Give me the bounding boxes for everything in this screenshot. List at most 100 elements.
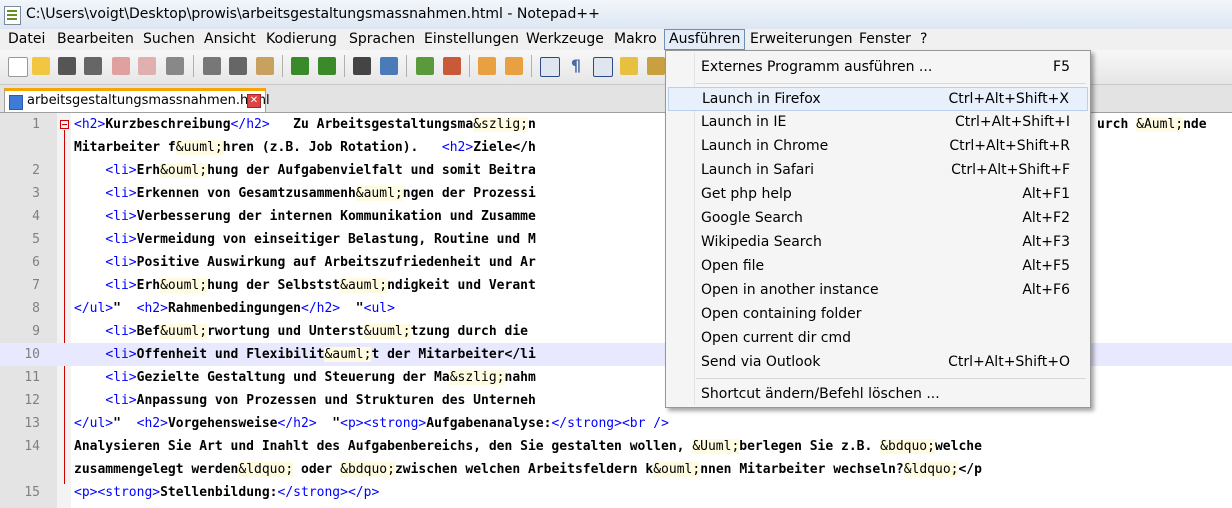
run-menu-item[interactable]: Open in another instance Alt+F6 [668,279,1088,303]
menu-ausfuehren[interactable]: Ausführen [664,29,746,50]
code-line[interactable]: 15 <p><strong>Stellenbildung:</strong></p… [0,481,1232,504]
run-menu-item[interactable]: Open containing folder [668,303,1088,327]
run-menu-item-label: Open current dir cmd [701,330,852,346]
menu-sprachen[interactable]: Sprachen [345,29,419,50]
run-menu-item[interactable]: Launch in Firefox Ctrl+Alt+Shift+X [668,87,1088,111]
line-text: <li>Verbesserung der internen Kommunikat… [105,209,536,224]
run-menu-item-shortcut: F5 [1053,59,1070,75]
line-text: </ul>" <h2>Rahmenbedingungen</h2> "<ul> [74,301,395,316]
run-menu-item-label: Open containing folder [701,306,862,322]
toolbar-separator [406,55,407,77]
menu-erweiterungen[interactable]: Erweiterungen [746,29,857,50]
line-number: 2 [32,163,40,178]
word-wrap-icon[interactable] [540,57,560,77]
line-number: 9 [32,324,40,339]
run-menu-item-label: Get php help [701,186,792,202]
menu-makro[interactable]: Makro [610,29,661,50]
line-number: 14 [24,439,40,454]
line-text: <li>Bef&uuml;rwortung und Unterst&uuml;t… [105,324,528,339]
line-text-tail: urch &Auml;nde [1097,117,1207,132]
line-text: <p><strong>Stellenbildung:</strong></p> [74,485,380,500]
run-menu-item[interactable]: Launch in Chrome Ctrl+Alt+Shift+R [668,135,1088,159]
cut-icon[interactable] [203,57,221,75]
save-all-icon[interactable] [84,57,102,75]
run-menu-item-label: Launch in IE [701,114,787,130]
line-text: </ul>" <h2>Vorgehensweise</h2> "<p><stro… [74,416,669,431]
run-menu-item-shortcut: Ctrl+Alt+Shift+X [948,91,1069,107]
code-line[interactable]: 14 Analysieren Sie Art und Inahlt des Auf… [0,435,1232,458]
notepad-icon [4,6,21,25]
code-line[interactable]: zusammengelegt werden&ldquo; oder &bdquo… [0,458,1232,481]
run-menu-item-label: Open file [701,258,765,274]
menu-suchen[interactable]: Suchen [139,29,199,50]
run-menu-item[interactable]: Wikipedia Search Alt+F3 [668,231,1088,255]
replace-icon[interactable] [380,57,398,75]
run-menu-item[interactable]: Launch in Safari Ctrl+Alt+Shift+F [668,159,1088,183]
run-menu-item-label: Launch in Chrome [701,138,829,154]
document-icon [9,95,23,110]
code-line[interactable]: 13 </ul>" <h2>Vorgehensweise</h2> "<p><st… [0,412,1232,435]
run-menu-item-label: Wikipedia Search [701,234,822,250]
line-text: <li>Erh&ouml;hung der Aufgabenvielfalt u… [105,163,536,178]
toolbar-separator [282,55,283,77]
line-number: 5 [32,232,40,247]
menu-separator [696,83,1086,84]
function-list-icon[interactable] [647,57,665,75]
run-menu-item-shortcut: Ctrl+Alt+Shift+I [954,114,1070,130]
menu-bearbeiten[interactable]: Bearbeiten [53,29,138,50]
line-number: 7 [32,278,40,293]
line-number: 11 [24,370,40,385]
line-number: 13 [24,416,40,431]
run-menu-item-label: Shortcut ändern/Befehl löschen ... [701,386,940,402]
print-icon[interactable] [166,57,184,75]
menu-fenster[interactable]: Fenster [855,29,915,50]
run-menu-item[interactable]: Get php help Alt+F1 [668,183,1088,207]
copy-icon[interactable] [229,57,247,75]
save-icon[interactable] [58,57,76,75]
all-chars-icon[interactable]: ¶ [567,57,585,75]
zoom-out-icon[interactable] [443,57,461,75]
menu-einstellungen[interactable]: Einstellungen [420,29,523,50]
line-text: <li>Positive Auswirkung auf Arbeitszufri… [105,255,536,270]
line-number: 10 [24,347,40,362]
tab-document[interactable]: arbeitsgestaltungsmassnahmen.html ✕ [4,88,270,112]
toolbar-separator [469,55,470,77]
run-menu-item[interactable]: Open file Alt+F5 [668,255,1088,279]
run-menu-item[interactable]: Launch in IE Ctrl+Alt+Shift+I [668,111,1088,135]
sync-v-icon[interactable] [478,57,496,75]
run-menu-item-shortcut: Alt+F2 [1022,210,1070,226]
run-menu-item[interactable]: Open current dir cmd [668,327,1088,351]
run-menu-item-shortcut: Ctrl+Alt+Shift+R [949,138,1070,154]
tab-close-icon[interactable]: ✕ [247,94,261,108]
line-number: 15 [24,485,40,500]
line-text: Analysieren Sie Art und Inahlt des Aufga… [74,439,982,454]
menu-help[interactable]: ? [916,29,931,50]
line-text: <li>Erh&ouml;hung der Selbstst&auml;ndig… [105,278,536,293]
line-text: <h2>Kurzbeschreibung</h2> Zu Arbeitsgest… [74,117,536,132]
zoom-in-icon[interactable] [416,57,434,75]
undo-icon[interactable] [291,57,309,75]
paste-icon[interactable] [256,57,274,75]
line-number: 3 [32,186,40,201]
open-file-icon[interactable] [32,57,50,75]
find-icon[interactable] [353,57,371,75]
run-menu-item[interactable]: Google Search Alt+F2 [668,207,1088,231]
line-number: 6 [32,255,40,270]
sync-h-icon[interactable] [505,57,523,75]
run-menu-item[interactable]: Shortcut ändern/Befehl löschen ... [668,383,1088,407]
menu-datei[interactable]: Datei [4,29,49,50]
doc-map-icon[interactable] [620,57,638,75]
run-menu-item[interactable]: Externes Programm ausführen ... F5 [668,56,1088,80]
menu-ansicht[interactable]: Ansicht [200,29,260,50]
redo-icon[interactable] [318,57,336,75]
menu-kodierung[interactable]: Kodierung [262,29,341,50]
run-menu-item[interactable]: Send via Outlook Ctrl+Alt+Shift+O [668,351,1088,375]
indent-guide-icon[interactable] [593,57,613,77]
new-file-icon[interactable] [8,57,28,77]
close-icon[interactable] [112,57,130,75]
line-text: <li>Gezielte Gestaltung und Steuerung de… [105,370,536,385]
menu-werkzeuge[interactable]: Werkzeuge [522,29,608,50]
close-all-icon[interactable] [138,57,156,75]
run-menu-item-label: Launch in Firefox [702,91,821,107]
run-menu-item-label: Send via Outlook [701,354,821,370]
